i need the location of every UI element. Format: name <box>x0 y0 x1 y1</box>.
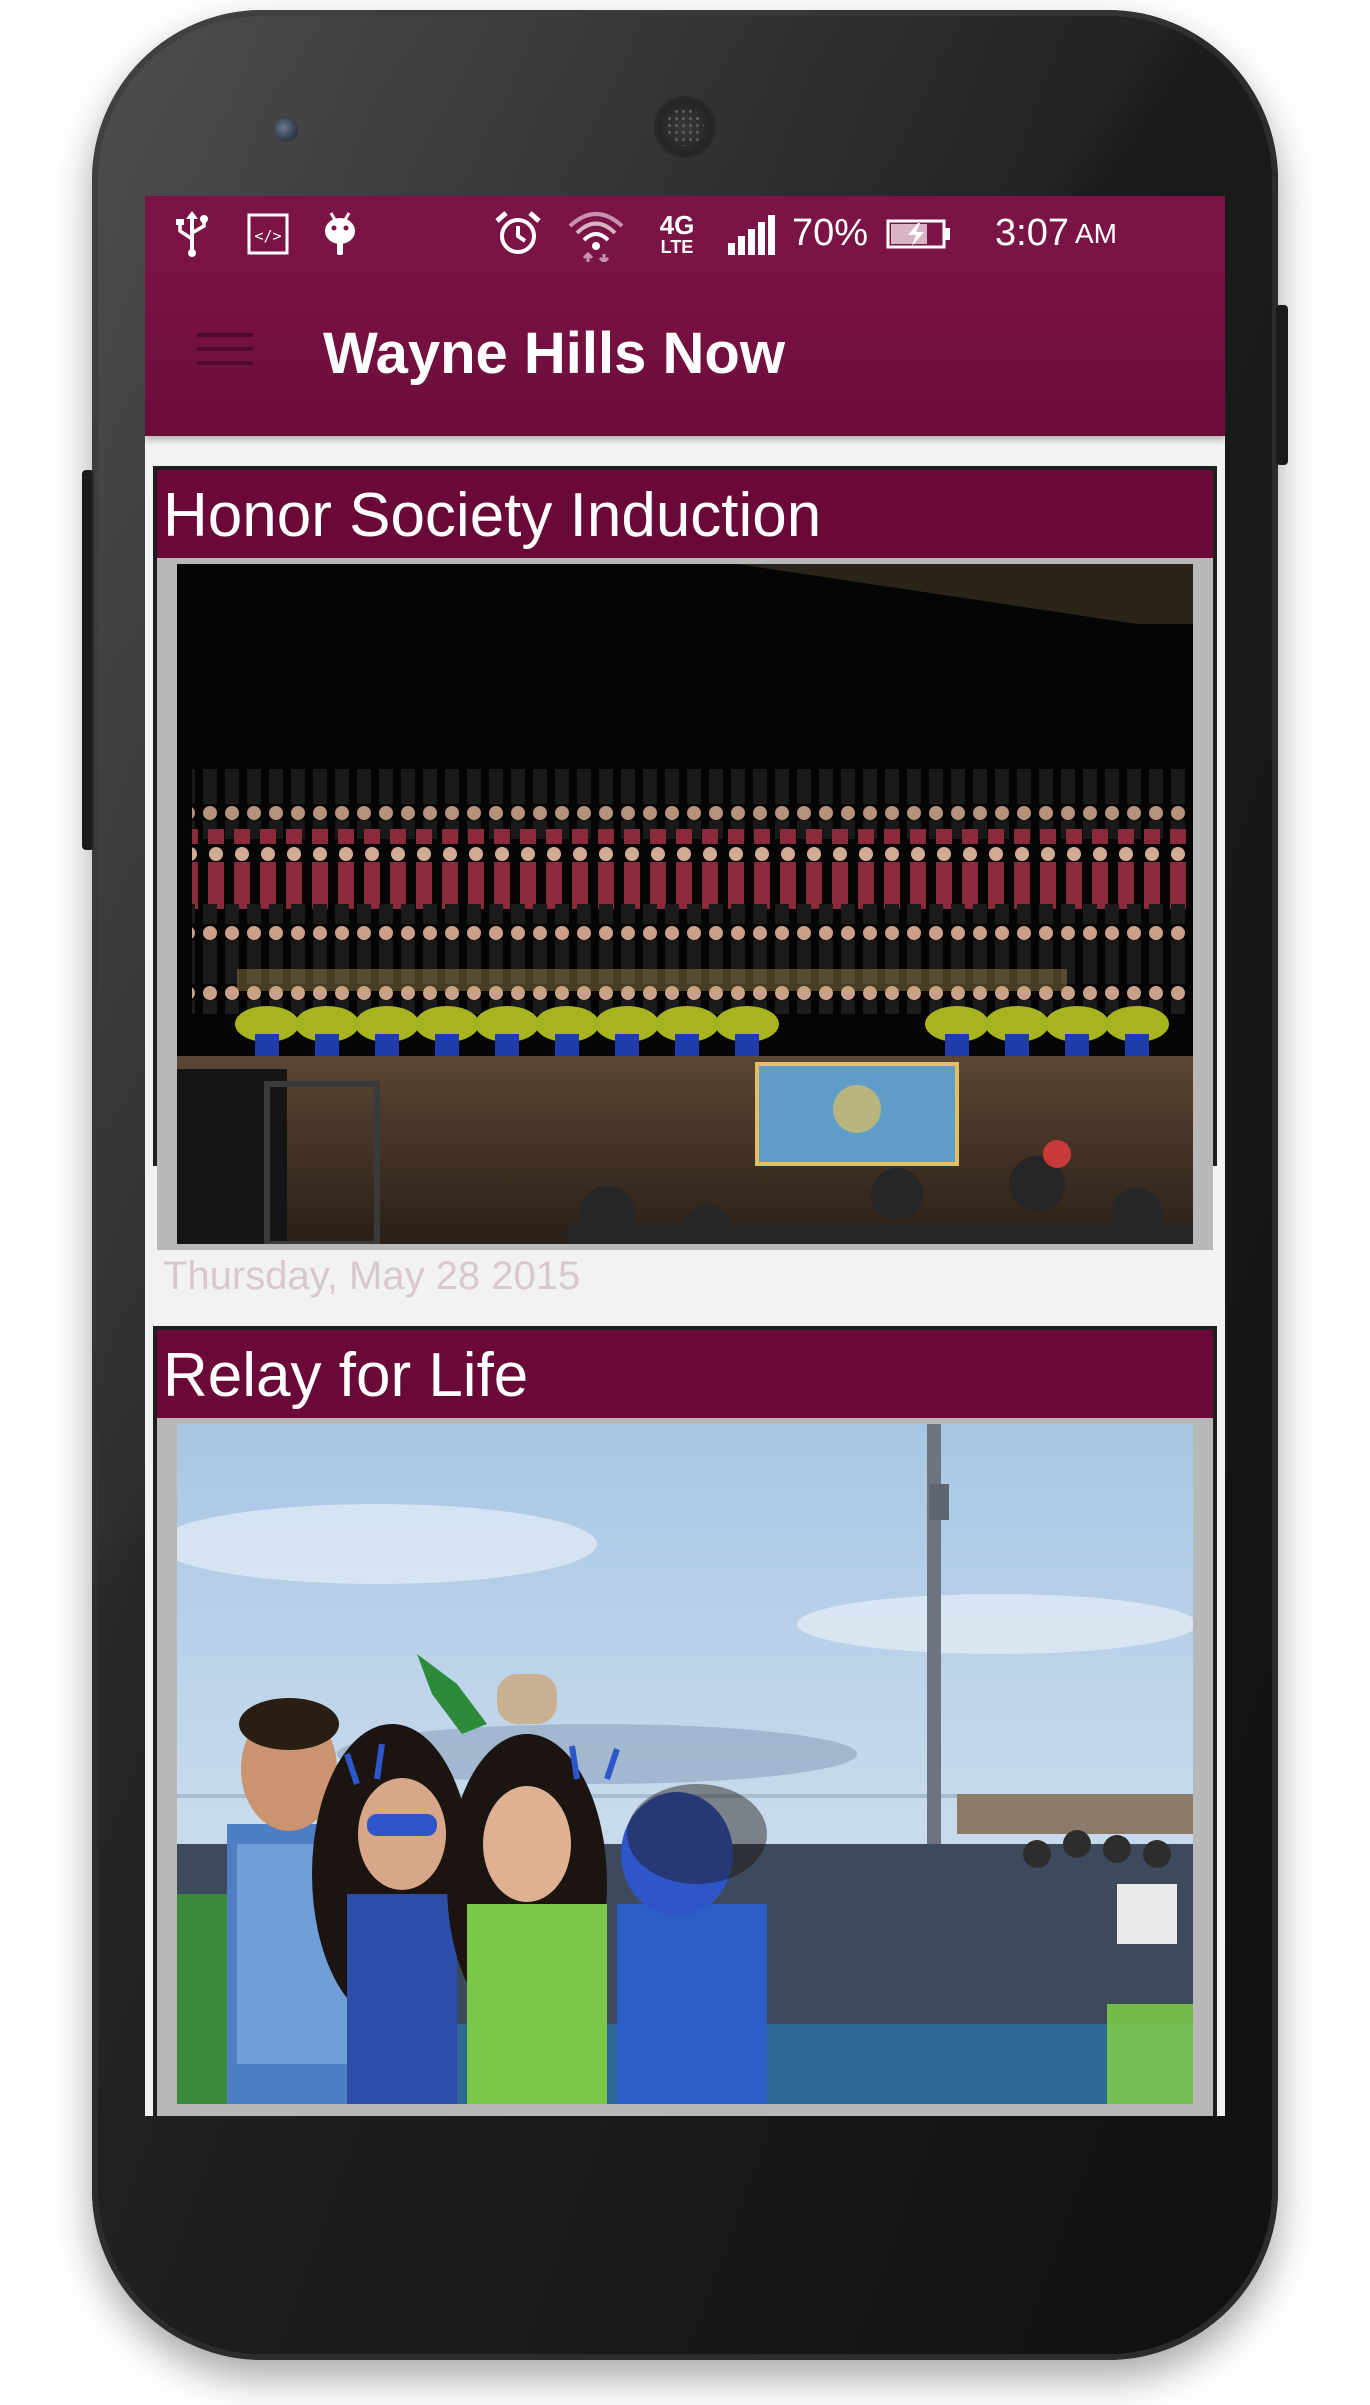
status-bar: </> 4G LTE 70% 3:07 AM <box>145 196 1225 271</box>
status-time-value: 3:07 <box>995 212 1069 254</box>
battery-percentage: 70% <box>791 212 869 254</box>
power-button <box>1276 305 1288 465</box>
news-feed[interactable]: Honor Society Induction Thursday, May 28… <box>145 436 1225 2116</box>
front-camera-icon <box>274 118 298 142</box>
svg-text:</>: </> <box>254 227 281 245</box>
card-date: Thursday, May 28 2015 <box>163 1254 581 1298</box>
app-title: Wayne Hills Now <box>323 321 785 386</box>
news-card[interactable]: Relay for Life <box>153 1326 1217 2116</box>
hamburger-menu-icon[interactable] <box>195 319 255 379</box>
status-time: 3:07 AM <box>971 196 1141 271</box>
light-sensor <box>1172 118 1192 138</box>
card-title: Honor Society Induction <box>163 481 822 550</box>
proximity-sensor <box>1142 118 1162 138</box>
card-title: Relay for Life <box>163 1341 529 1410</box>
app-bar: Wayne Hills Now <box>145 271 1225 436</box>
card-image-frame <box>157 558 1213 1250</box>
network-type-indicator: 4G LTE <box>659 209 695 257</box>
alarm-icon <box>490 196 546 271</box>
usb-icon <box>167 196 217 271</box>
card-image-frame <box>157 1418 1213 2116</box>
wifi-icon <box>563 196 629 271</box>
device-screen: </> 4G LTE 70% 3:07 AM Wayne Hills Now H… <box>145 196 1225 2116</box>
status-time-ampm: AM <box>1074 217 1117 249</box>
battery-charging-icon <box>883 196 955 271</box>
signal-icon <box>723 196 781 271</box>
code-icon: </> <box>241 196 295 271</box>
card-image-relay-photo[interactable] <box>177 1424 1193 2104</box>
earpiece-speaker <box>654 96 716 158</box>
card-image-stage-photo[interactable] <box>177 564 1193 1244</box>
android-debug-icon <box>315 196 365 271</box>
volume-button <box>82 470 94 850</box>
news-card[interactable]: Honor Society Induction Thursday, May 28… <box>153 466 1217 1298</box>
